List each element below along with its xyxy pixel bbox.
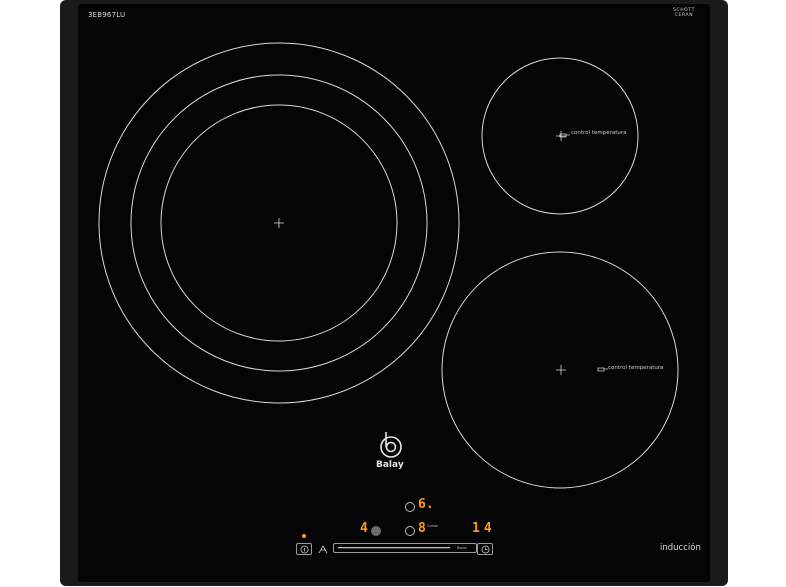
- power-indicator-light: [302, 534, 306, 538]
- top-right-zone-label: control temperatura: [571, 130, 627, 136]
- zone-select-left-button[interactable]: [371, 526, 381, 536]
- left-zone-power-display: 4: [360, 521, 368, 536]
- info-icon: [300, 545, 309, 554]
- wipe-protect-icon: [318, 545, 328, 554]
- glass-brand-label: SCHOTT CERAN: [673, 8, 695, 18]
- zone-select-top-button[interactable]: [405, 502, 415, 512]
- combi-label: Combi: [427, 524, 439, 528]
- timer-icon: [481, 545, 490, 554]
- timer-button[interactable]: [477, 543, 493, 555]
- pan-sensor-icon: [559, 133, 570, 138]
- brand-name: Balay: [376, 460, 404, 470]
- model-number: 3EB967LU: [88, 11, 126, 19]
- cooking-zones: [98, 42, 679, 549]
- wipe-protect-button[interactable]: [315, 543, 331, 555]
- power-slider[interactable]: [333, 543, 477, 553]
- bottom-right-zone-label: control temperatura: [608, 365, 664, 371]
- induction-label: inducción: [660, 543, 701, 553]
- timer-display: 14: [472, 521, 496, 536]
- balay-logo-icon: [380, 432, 402, 458]
- main-switch-button[interactable]: [296, 543, 312, 555]
- center-zone-power-display: 8: [418, 521, 426, 536]
- top-zone-power-display: 6.: [418, 497, 434, 512]
- zone-select-center-button[interactable]: [405, 526, 415, 536]
- pan-sensor-icon: [597, 367, 608, 372]
